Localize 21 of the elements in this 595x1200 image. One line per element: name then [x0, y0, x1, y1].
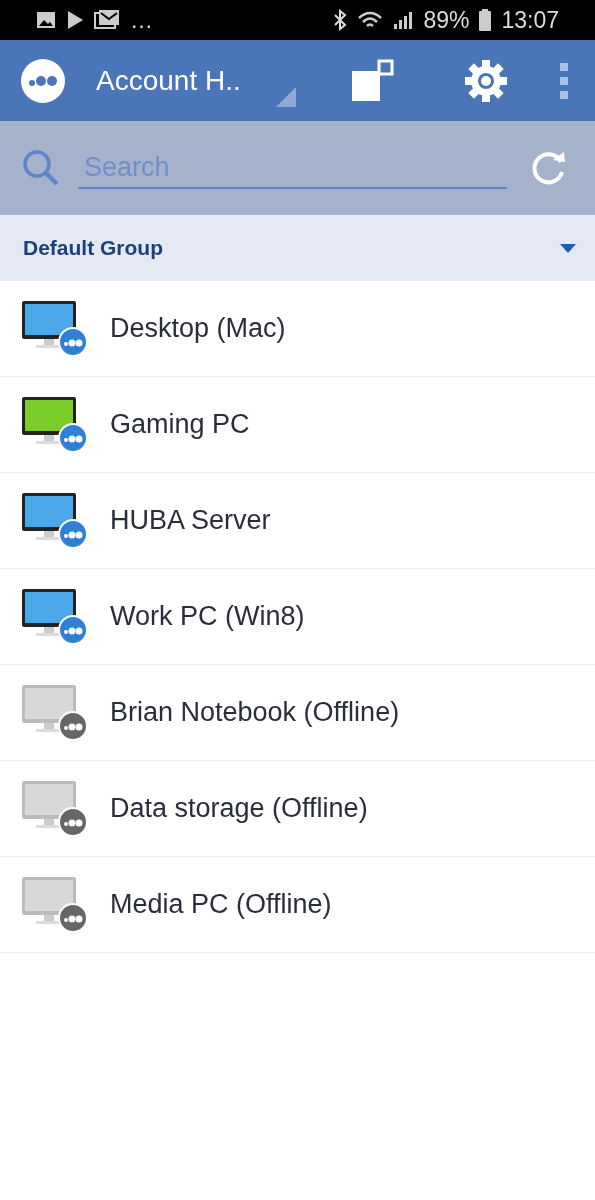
account-dropdown[interactable]: Account H..	[96, 62, 276, 99]
device-name[interactable]: Gaming PC	[110, 409, 250, 440]
device-name[interactable]: Work PC (Win8)	[110, 601, 305, 632]
device-name[interactable]: Data storage (Offline)	[110, 793, 368, 824]
clock-time: 13:07	[501, 6, 559, 34]
signal-icon	[393, 10, 414, 30]
battery-percent: 89%	[423, 6, 470, 34]
app-logo-icon[interactable]	[20, 57, 66, 104]
notification-overflow: …	[130, 6, 153, 34]
device-name[interactable]: HUBA Server	[110, 505, 271, 536]
caret-icon[interactable]	[559, 242, 577, 254]
bluetooth-icon	[333, 9, 348, 31]
image-icon	[36, 11, 56, 29]
battery-icon	[479, 9, 492, 31]
group-header[interactable]: Default Group	[0, 215, 595, 281]
mail-icon	[94, 10, 120, 30]
device-name[interactable]: Media PC (Offline)	[110, 889, 332, 920]
device-name[interactable]: Brian Notebook (Offline)	[110, 697, 400, 728]
play-icon	[66, 10, 84, 30]
device-name[interactable]: Desktop (Mac)	[110, 313, 286, 344]
search-icon	[22, 149, 60, 187]
